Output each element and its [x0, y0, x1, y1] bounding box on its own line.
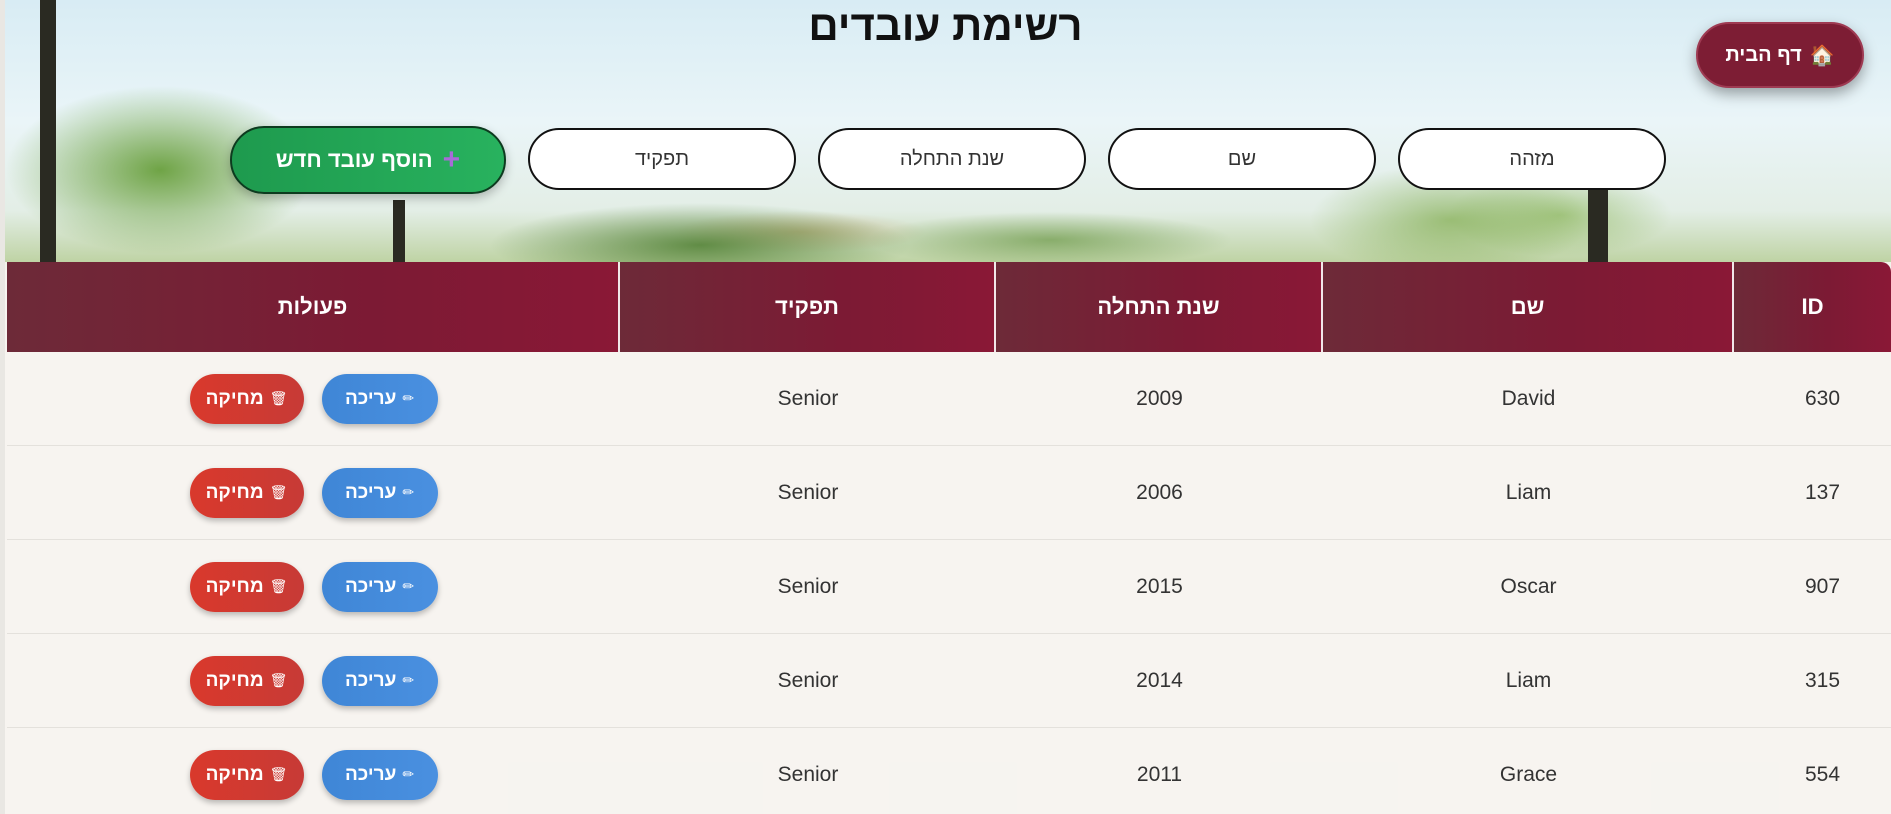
delete-button[interactable]: 🗑 מחיקה — [189, 749, 304, 800]
delete-button[interactable]: 🗑 מחיקה — [189, 655, 304, 706]
house-icon: 🏠 — [1809, 44, 1835, 67]
row-actions: 🗑 מחיקה ✏ עריכה — [7, 540, 620, 633]
edit-label: עריכה — [344, 763, 397, 785]
delete-label: מחיקה — [205, 669, 264, 691]
edit-label: עריכה — [344, 669, 397, 691]
cell-role: Senior — [777, 762, 839, 786]
edit-label: עריכה — [344, 575, 397, 597]
header-actions: פעולות — [7, 262, 620, 352]
table-header: פעולות תפקיד שנת התחלה שם ID — [7, 262, 1891, 352]
cell-start-year: 2015 — [1136, 574, 1183, 598]
edit-button[interactable]: ✏ עריכה — [321, 749, 438, 800]
cell-name: David — [1501, 386, 1556, 410]
delete-button[interactable]: 🗑 מחיקה — [189, 373, 304, 424]
delete-label: מחיקה — [205, 387, 264, 409]
edit-button[interactable]: ✏ עריכה — [321, 467, 438, 518]
cell-name: Liam — [1505, 480, 1552, 504]
employees-table: פעולות תפקיד שנת התחלה שם ID 🗑 מחיקה ✏ ע… — [7, 262, 1891, 814]
trash-icon: 🗑 — [269, 766, 288, 782]
table-row: 🗑 מחיקה ✏ עריכה Senior 2006 Liam 137 — [7, 446, 1891, 540]
cell-role: Senior — [777, 574, 839, 598]
row-actions: 🗑 מחיקה ✏ עריכה — [7, 728, 620, 814]
page: רשימת עובדים 🏠 דף הבית מזהה שם שנת התחלה… — [0, 0, 1891, 814]
add-employee-label: הוסף עובד חדש — [275, 147, 433, 172]
pencil-icon: ✏ — [402, 766, 415, 782]
cell-id: 907 — [1804, 574, 1841, 598]
edit-button[interactable]: ✏ עריכה — [321, 373, 438, 424]
delete-button[interactable]: 🗑 מחיקה — [189, 467, 304, 518]
add-employee-button[interactable]: + הוסף עובד חדש — [230, 126, 506, 194]
table-row: 🗑 מחיקה ✏ עריכה Senior 2011 Grace 554 — [7, 728, 1891, 814]
cell-id: 630 — [1804, 386, 1841, 410]
header-id: ID — [1734, 262, 1891, 352]
table-row: 🗑 מחיקה ✏ עריכה Senior 2015 Oscar 907 — [7, 540, 1891, 634]
edit-label: עריכה — [344, 387, 397, 409]
cell-role: Senior — [777, 386, 839, 410]
page-title: רשימת עובדים — [808, 2, 1083, 49]
header-start-year: שנת התחלה — [996, 262, 1323, 352]
home-button-label: דף הבית — [1725, 43, 1802, 66]
cell-start-year: 2014 — [1136, 668, 1183, 692]
window-edge — [0, 0, 5, 814]
delete-button[interactable]: 🗑 מחיקה — [189, 561, 304, 612]
trash-icon: 🗑 — [269, 672, 288, 688]
table-row: 🗑 מחיקה ✏ עריכה Senior 2014 Liam 315 — [7, 634, 1891, 728]
cell-name: Liam — [1505, 668, 1552, 692]
trash-icon: 🗑 — [269, 484, 288, 500]
cell-name: Oscar — [1500, 574, 1557, 598]
edit-button[interactable]: ✏ עריכה — [321, 655, 438, 706]
header-role: תפקיד — [620, 262, 996, 352]
pencil-icon: ✏ — [402, 578, 415, 594]
edit-label: עריכה — [344, 481, 397, 503]
vine-post-small — [393, 200, 405, 262]
table-body: 🗑 מחיקה ✏ עריכה Senior 2009 David 630 🗑 … — [7, 352, 1891, 814]
filter-id-input[interactable]: מזהה — [1398, 128, 1666, 190]
row-actions: 🗑 מחיקה ✏ עריכה — [7, 352, 620, 445]
cell-start-year: 2011 — [1136, 762, 1183, 786]
cell-start-year: 2009 — [1136, 386, 1183, 410]
row-actions: 🗑 מחיקה ✏ עריכה — [7, 634, 620, 727]
pencil-icon: ✏ — [402, 672, 415, 688]
cell-role: Senior — [777, 480, 839, 504]
table-row: 🗑 מחיקה ✏ עריכה Senior 2009 David 630 — [7, 352, 1891, 446]
cell-name: Grace — [1499, 762, 1558, 786]
delete-label: מחיקה — [205, 763, 264, 785]
delete-label: מחיקה — [205, 481, 264, 503]
home-button[interactable]: 🏠 דף הבית — [1696, 22, 1864, 88]
filter-start-year-input[interactable]: שנת התחלה — [818, 128, 1086, 190]
cell-id: 554 — [1804, 762, 1841, 786]
header-name: שם — [1323, 262, 1734, 352]
filter-name-input[interactable]: שם — [1108, 128, 1376, 190]
delete-label: מחיקה — [205, 575, 264, 597]
cell-role: Senior — [777, 668, 839, 692]
plus-icon: + — [442, 143, 461, 176]
trash-icon: 🗑 — [269, 578, 288, 594]
filter-role-input[interactable]: תפקיד — [528, 128, 796, 190]
row-actions: 🗑 מחיקה ✏ עריכה — [7, 446, 620, 539]
cell-start-year: 2006 — [1136, 480, 1183, 504]
trash-icon: 🗑 — [269, 390, 288, 406]
cell-id: 137 — [1804, 480, 1841, 504]
pencil-icon: ✏ — [402, 484, 415, 500]
edit-button[interactable]: ✏ עריכה — [321, 561, 438, 612]
pencil-icon: ✏ — [402, 390, 415, 406]
cell-id: 315 — [1804, 668, 1841, 692]
